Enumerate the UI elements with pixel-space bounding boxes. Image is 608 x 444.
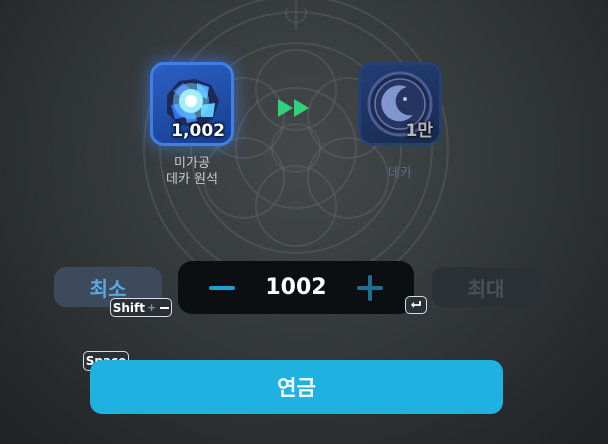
hotkey-minus-icon [160,306,170,309]
output-quantity: 1만 [405,121,433,141]
max-button[interactable]: 최대 [432,267,540,307]
hotkey-plus-label: + [147,301,157,314]
minus-icon [209,285,235,290]
input-name-line2: 데카 원석 [166,172,218,187]
input-material-name: 미가공 데카 원석 [132,156,252,188]
fast-forward-icon [278,99,309,117]
craft-button[interactable]: 연금 [90,360,503,414]
input-quantity: 1,002 [171,121,225,141]
enter-hotkey [405,296,427,314]
output-material-name: 데카 [388,166,412,181]
enter-icon [411,301,421,308]
quantity-value[interactable]: 1002 [238,261,354,314]
output-material-slot[interactable]: 1만 [358,62,442,146]
plus-icon [357,274,383,301]
shift-minus-hotkey: Shift + [110,298,172,317]
increase-button[interactable] [342,261,398,314]
shift-key-label: Shift [112,300,146,315]
input-material-slot[interactable]: 1,002 [150,62,234,146]
quantity-stepper: 1002 [178,261,414,314]
input-name-line1: 미가공 [174,156,210,171]
